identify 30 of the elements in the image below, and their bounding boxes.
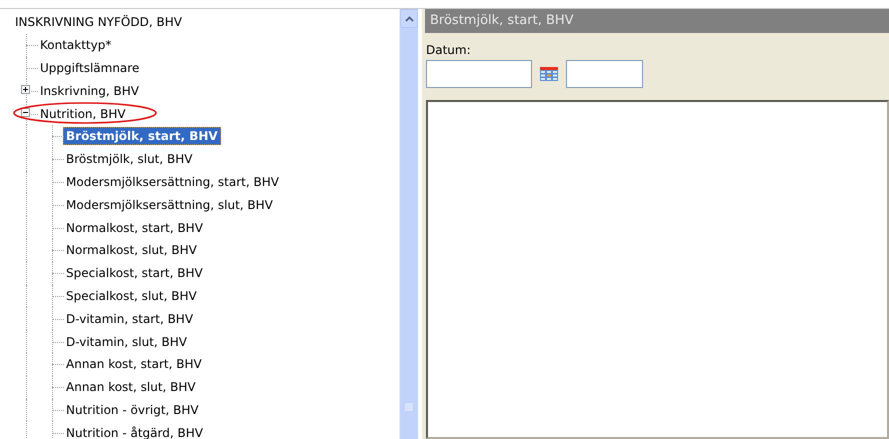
tree-item[interactable]: Uppgiftslämnare [37, 58, 142, 77]
tree-item[interactable]: Nutrition - åtgärd, BHV [63, 424, 206, 439]
tree-item[interactable]: Modersmjölksersättning, start, BHV [63, 172, 282, 191]
tree-item[interactable]: Specialkost, start, BHV [63, 264, 206, 282]
scroll-up-button[interactable] [400, 9, 418, 28]
tree-item[interactable]: Normalkost, start, BHV [63, 218, 206, 237]
tree-item[interactable]: D-vitamin, start, BHV [63, 310, 196, 328]
caret-icon [404, 16, 414, 22]
tree-item[interactable]: D-vitamin, slut, BHV [63, 332, 190, 351]
tree-item[interactable]: Bröstmjölk, slut, BHV [63, 150, 196, 168]
date-field[interactable] [426, 60, 532, 88]
tree-item[interactable]: Inskrivning, BHV [37, 82, 142, 100]
tree-item[interactable]: Bröstmjölk, start, BHV [63, 127, 221, 146]
date-label: Datum: [426, 43, 472, 59]
grip-icon [405, 403, 413, 411]
tree-item[interactable]: INSKRIVNING NYFÖDD, BHV [12, 13, 185, 32]
expand-toggle[interactable] [21, 85, 30, 94]
tree-item[interactable]: Specialkost, slut, BHV [63, 286, 200, 305]
calendar-icon[interactable] [540, 67, 558, 81]
tree-item[interactable]: Nutrition - övrigt, BHV [63, 400, 202, 419]
tree-item[interactable]: Modersmjölksersättning, slut, BHV [63, 196, 276, 214]
tree-item[interactable]: Annan kost, start, BHV [63, 355, 205, 374]
tree-item[interactable]: Kontakttyp* [37, 36, 114, 54]
expand-toggle[interactable] [21, 108, 30, 118]
tree-item[interactable]: Annan kost, slut, BHV [63, 378, 199, 396]
scrollbar[interactable] [399, 9, 418, 439]
time-field[interactable] [566, 60, 643, 88]
text-area[interactable] [426, 100, 889, 439]
panel-title: Bröstmjölk, start, BHV [425, 9, 889, 33]
tree-item[interactable]: Normalkost, slut, BHV [63, 241, 200, 260]
